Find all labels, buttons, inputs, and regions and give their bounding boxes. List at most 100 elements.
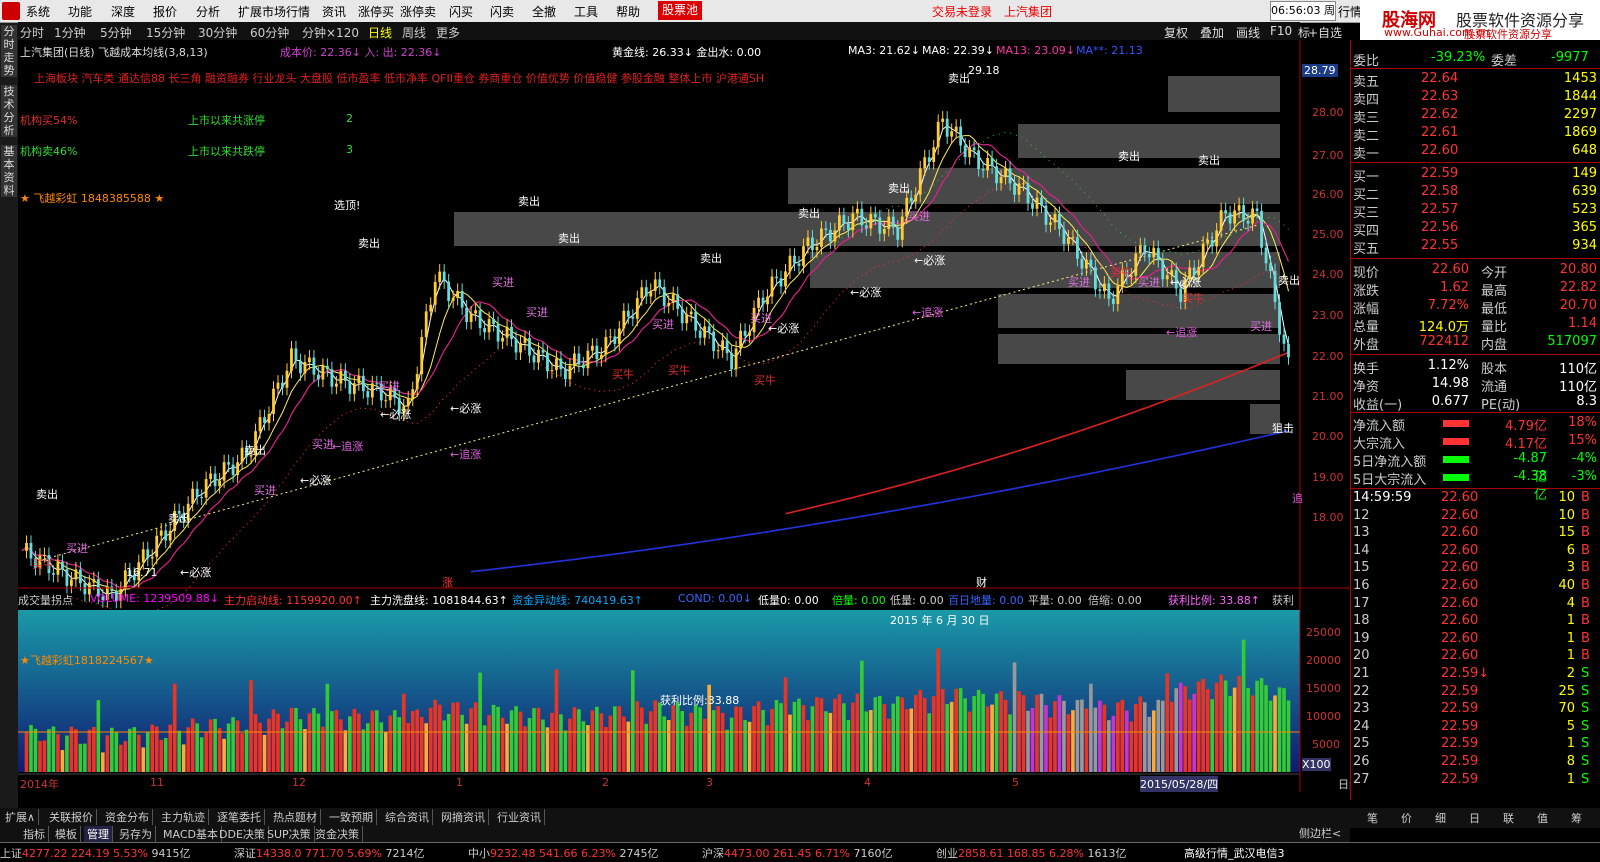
period-button[interactable]: 周线 (402, 24, 426, 41)
candle-body (573, 353, 576, 366)
sidebar-toggle[interactable]: 侧边栏< (1296, 825, 1344, 841)
indicator-tab[interactable]: 指标 (20, 826, 49, 842)
add-watchlist-button[interactable]: +自选 (1308, 24, 1342, 41)
volume-bar (1075, 700, 1080, 772)
volume-bar (1062, 700, 1066, 772)
candle-body (438, 271, 442, 282)
menu-item[interactable]: 工具 (574, 3, 598, 20)
tick-row: 23 22.59 70 S (1351, 701, 1600, 719)
f10-button[interactable]: F10 (1270, 24, 1292, 38)
candle-body (1192, 267, 1196, 276)
info-tab[interactable]: 资金分布 (102, 809, 153, 825)
index-quote[interactable]: 上证4277.22 224.19 5.53% 9415亿 (0, 845, 190, 861)
tab-technical[interactable]: 技术分析 (1, 85, 17, 137)
volume-bar (541, 719, 545, 772)
candle-body (1116, 285, 1120, 304)
volume-bar (235, 720, 240, 772)
tab-intraday[interactable]: 分时走势 (1, 25, 17, 77)
volume-bar (882, 704, 887, 772)
menu-item[interactable]: 涨停卖 (400, 3, 436, 20)
index-quote[interactable]: 深证14338.0 771.70 5.69% 7214亿 (234, 845, 424, 861)
indicator-tab[interactable]: MACD基本 (160, 826, 222, 842)
index-quote[interactable]: 中小9232.48 541.66 6.23% 2745亿 (468, 845, 658, 861)
indicator-tab[interactable]: DDE决策 (216, 826, 269, 842)
candle-body (1269, 263, 1272, 272)
price-tick: 20.00 (1312, 430, 1344, 443)
tab-fundamentals[interactable]: 基本资料 (1, 145, 17, 197)
trade-status[interactable]: 交易未登录 (932, 3, 992, 20)
period-button[interactable]: 5分钟 (100, 24, 132, 41)
candle-body (1022, 183, 1025, 185)
volume-bar (1169, 701, 1174, 772)
quote-tab[interactable]: 联 (1500, 810, 1517, 826)
info-tab[interactable]: 综合资讯 (382, 809, 433, 825)
period-button[interactable]: 分钟×120 (302, 24, 359, 41)
menu-item[interactable]: 闪卖 (490, 3, 514, 20)
adjust-button[interactable]: 复权 (1164, 24, 1188, 41)
info-tab[interactable]: 主力轨迹 (158, 809, 209, 825)
info-tab[interactable]: 热点题材 (270, 809, 321, 825)
menu-item[interactable]: 系统 (26, 3, 50, 20)
index-quote[interactable]: 创业2858.61 168.85 6.28% 1613亿 (936, 845, 1126, 861)
menu-item-stock-pool[interactable]: 股票池 (658, 1, 703, 20)
info-tab[interactable]: 一致预期 (326, 809, 377, 825)
quote-tab[interactable]: 值 (1534, 810, 1551, 826)
menu-item[interactable]: 深度 (111, 3, 135, 20)
indicator-tab[interactable]: 另存为 (116, 826, 156, 842)
info-tab[interactable]: 行业资讯 (494, 809, 545, 825)
menu-item[interactable]: 全撤 (532, 3, 556, 20)
bid-volume: 523 (1572, 202, 1597, 217)
info-tab[interactable]: 关联报价 (46, 809, 97, 825)
volume-bar (711, 710, 716, 772)
info-tab[interactable]: 扩展∧ (2, 809, 40, 825)
date-tick: 2014年 (20, 778, 59, 791)
period-button[interactable]: 30分钟 (198, 24, 237, 41)
candle-body (909, 197, 913, 202)
menu-item[interactable]: 涨停买 (358, 3, 394, 20)
menu-item[interactable]: 资讯 (322, 3, 346, 20)
period-button[interactable]: 15分钟 (146, 24, 185, 41)
indicator-tab[interactable]: SUP决策 (264, 826, 315, 842)
menu-item[interactable]: 闪买 (449, 3, 473, 20)
indicator-tab[interactable]: 模板 (52, 826, 81, 842)
period-button-daily[interactable]: 日线 (368, 24, 392, 41)
volume-bar (788, 714, 792, 772)
menu-item[interactable]: 帮助 (616, 3, 640, 20)
volume-bar (383, 731, 388, 772)
quote-tab[interactable]: 筹 (1568, 810, 1585, 826)
info-tab[interactable]: 网摘资讯 (438, 809, 489, 825)
index-quote[interactable]: 沪深4473.00 261.45 6.71% 7160亿 (702, 845, 892, 861)
volume-bar (895, 696, 900, 772)
tick-time: 25 (1353, 736, 1370, 752)
quote-tab[interactable]: 细 (1432, 810, 1449, 826)
quote-tab[interactable]: 笔 (1364, 810, 1381, 826)
period-button[interactable]: 1分钟 (54, 24, 86, 41)
candle-body (564, 369, 567, 380)
candle-body (766, 296, 769, 305)
candle-body (1287, 343, 1290, 358)
ad-banner[interactable]: 股海网 股票软件资源分享 www.Guhai.com.cn 股票软件资源分享 (1360, 0, 1600, 41)
volume-bar (357, 713, 361, 772)
volume-bar (595, 706, 599, 772)
quote-button[interactable]: 行情 (1338, 3, 1362, 20)
volume-bar (375, 710, 379, 772)
overlay-button[interactable]: 叠加 (1200, 24, 1224, 41)
period-button[interactable]: 分时 (20, 24, 44, 41)
indicator-tab[interactable]: 资金决策 (312, 826, 363, 842)
quote-tab[interactable]: 日 (1466, 810, 1483, 826)
info-tab[interactable]: 逐笔委托 (214, 809, 265, 825)
period-more-button[interactable]: 更多 (436, 24, 460, 41)
menu-item[interactable]: 分析 (196, 3, 220, 20)
quote-tab[interactable]: 价 (1398, 810, 1415, 826)
period-button[interactable]: 60分钟 (250, 24, 289, 41)
chase-label: 追 (1292, 492, 1303, 505)
price-tick: 25.00 (1312, 228, 1344, 241)
indicator-tab[interactable]: 管理 (84, 826, 113, 842)
menu-item[interactable]: 功能 (68, 3, 92, 20)
tick-row: 14 22.60 6 B (1351, 543, 1600, 561)
candle-body (977, 150, 981, 169)
menu-item[interactable]: 报价 (153, 3, 177, 20)
quote-value: 722412 (1419, 334, 1469, 349)
draw-button[interactable]: 画线 (1236, 24, 1260, 41)
menu-item[interactable]: 扩展市场行情 (238, 3, 310, 20)
